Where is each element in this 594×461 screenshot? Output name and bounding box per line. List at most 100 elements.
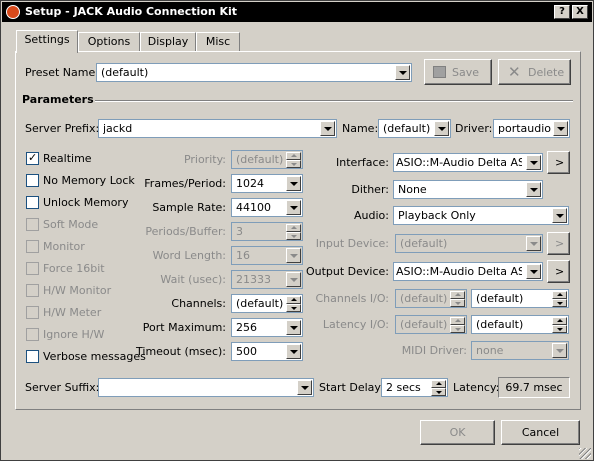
- spin-down-icon[interactable]: [552, 299, 567, 307]
- priority-value: (default): [236, 153, 284, 166]
- driver-value: portaudio: [498, 122, 552, 135]
- ignore-hw-label: Ignore H/W: [43, 328, 105, 341]
- server-prefix-label: Server Prefix:: [25, 122, 100, 135]
- spin-down-icon[interactable]: [286, 160, 301, 168]
- force-16bit-checkbox[interactable]: [26, 262, 39, 275]
- priority-spin[interactable]: (default): [231, 150, 303, 169]
- spin-down-icon[interactable]: [286, 304, 301, 312]
- start-delay-spin[interactable]: 2 secs: [381, 378, 448, 397]
- spin-up-icon[interactable]: [286, 296, 301, 304]
- save-button-label: Save: [452, 66, 480, 79]
- midi-driver-value: none: [476, 344, 504, 357]
- spin-up-icon[interactable]: [431, 380, 446, 388]
- sample-rate-label: Sample Rate:: [152, 201, 226, 214]
- spin-down-icon[interactable]: [552, 325, 567, 333]
- dither-value: None: [398, 183, 427, 196]
- output-device-combo[interactable]: ASIO::M-Audio Delta ASIO: [393, 262, 543, 281]
- cancel-button[interactable]: Cancel: [501, 420, 580, 445]
- spin-up-icon[interactable]: [552, 291, 567, 299]
- spin-down-icon[interactable]: [450, 299, 465, 307]
- output-device-label: Output Device:: [305, 265, 389, 278]
- help-button[interactable]: ?: [554, 5, 570, 19]
- wait-usec-combo[interactable]: 21333: [231, 270, 303, 289]
- chevron-down-icon: [526, 236, 541, 251]
- name-value: (default): [383, 122, 431, 135]
- output-device-browse-button[interactable]: >: [547, 260, 570, 283]
- preset-name-value: (default): [101, 66, 149, 79]
- realtime-checkbox[interactable]: ✓: [26, 151, 39, 165]
- channels-io-out-spin[interactable]: (default): [471, 289, 569, 308]
- unlock-memory-checkbox[interactable]: [26, 196, 39, 209]
- name-combo[interactable]: (default): [378, 119, 451, 138]
- spin-up-icon[interactable]: [450, 317, 465, 325]
- spin-up-icon[interactable]: [286, 152, 301, 160]
- frames-period-combo[interactable]: 1024: [231, 174, 303, 193]
- chevron-down-icon: [395, 65, 410, 80]
- channels-io-in-spin[interactable]: (default): [395, 289, 467, 308]
- spin-up-icon[interactable]: [552, 317, 567, 325]
- dither-label: Dither:: [351, 183, 389, 196]
- dither-combo[interactable]: None: [393, 180, 543, 199]
- delete-x-icon: ✕: [508, 63, 521, 81]
- midi-driver-combo[interactable]: none: [471, 341, 569, 360]
- server-suffix-combo[interactable]: [98, 378, 314, 397]
- frames-period-label: Frames/Period:: [144, 177, 226, 190]
- tab-options[interactable]: Options: [78, 32, 140, 52]
- ok-button[interactable]: OK: [420, 420, 495, 445]
- channels-value: (default): [236, 297, 284, 310]
- wait-usec-value: 21333: [236, 273, 271, 286]
- input-device-combo[interactable]: (default): [395, 234, 543, 253]
- window-title: Setup - JACK Audio Connection Kit: [25, 5, 238, 18]
- spin-up-icon[interactable]: [450, 291, 465, 299]
- server-prefix-combo[interactable]: jackd: [98, 119, 337, 138]
- spin-up-icon[interactable]: [286, 224, 301, 232]
- spin-down-icon[interactable]: [450, 325, 465, 333]
- verbose-messages-checkbox[interactable]: [26, 350, 39, 363]
- hw-meter-checkbox[interactable]: [26, 306, 39, 319]
- sample-rate-combo[interactable]: 44100: [231, 198, 303, 217]
- chevron-down-icon: [526, 182, 541, 197]
- delete-button[interactable]: ✕ Delete: [498, 59, 571, 85]
- interface-browse-button[interactable]: >: [547, 151, 570, 174]
- browse-arrow-icon: >: [555, 237, 565, 250]
- chevron-down-icon: [552, 343, 567, 358]
- input-device-value: (default): [400, 237, 448, 250]
- input-device-label: Input Device:: [315, 237, 389, 250]
- spin-down-icon[interactable]: [286, 232, 301, 240]
- close-button[interactable]: X: [572, 5, 588, 19]
- tab-display[interactable]: Display: [140, 32, 196, 52]
- hw-monitor-checkbox[interactable]: [26, 284, 39, 297]
- ignore-hw-checkbox[interactable]: [26, 328, 39, 341]
- server-suffix-label: Server Suffix:: [25, 381, 100, 394]
- driver-combo[interactable]: portaudio: [493, 119, 570, 138]
- interface-combo[interactable]: ASIO::M-Audio Delta ASIO: [393, 153, 543, 172]
- audio-label: Audio:: [354, 209, 389, 222]
- browse-arrow-icon: >: [555, 156, 565, 169]
- latency-io-in-spin[interactable]: (default): [395, 315, 467, 334]
- spin-down-icon[interactable]: [431, 388, 446, 396]
- word-length-combo[interactable]: 16: [231, 246, 303, 265]
- browse-arrow-icon: >: [555, 265, 565, 278]
- input-device-browse-button[interactable]: >: [547, 232, 570, 255]
- port-maximum-combo[interactable]: 256: [231, 318, 303, 337]
- delete-button-label: Delete: [528, 66, 565, 79]
- tab-misc[interactable]: Misc: [196, 32, 240, 52]
- resize-grip-icon[interactable]: [579, 448, 591, 459]
- title-bar: Setup - JACK Audio Connection Kit ? X: [2, 2, 592, 22]
- save-button[interactable]: Save: [424, 59, 492, 85]
- latency-io-out-spin[interactable]: (default): [471, 315, 569, 334]
- tab-settings[interactable]: Settings: [16, 30, 78, 53]
- no-memory-lock-label: No Memory Lock: [43, 174, 135, 187]
- chevron-down-icon: [526, 264, 541, 279]
- preset-name-combo[interactable]: (default): [96, 63, 412, 82]
- periods-buffer-spin[interactable]: 3: [231, 222, 303, 241]
- audio-combo[interactable]: Playback Only: [393, 206, 569, 225]
- timeout-label: Timeout (msec):: [136, 345, 226, 358]
- timeout-combo[interactable]: 500: [231, 342, 303, 361]
- soft-mode-checkbox[interactable]: [26, 218, 39, 231]
- floppy-disk-icon: [433, 66, 446, 78]
- monitor-checkbox[interactable]: [26, 240, 39, 253]
- hw-monitor-label: H/W Monitor: [43, 284, 112, 297]
- no-memory-lock-checkbox[interactable]: [26, 174, 39, 187]
- channels-spin[interactable]: (default): [231, 294, 303, 313]
